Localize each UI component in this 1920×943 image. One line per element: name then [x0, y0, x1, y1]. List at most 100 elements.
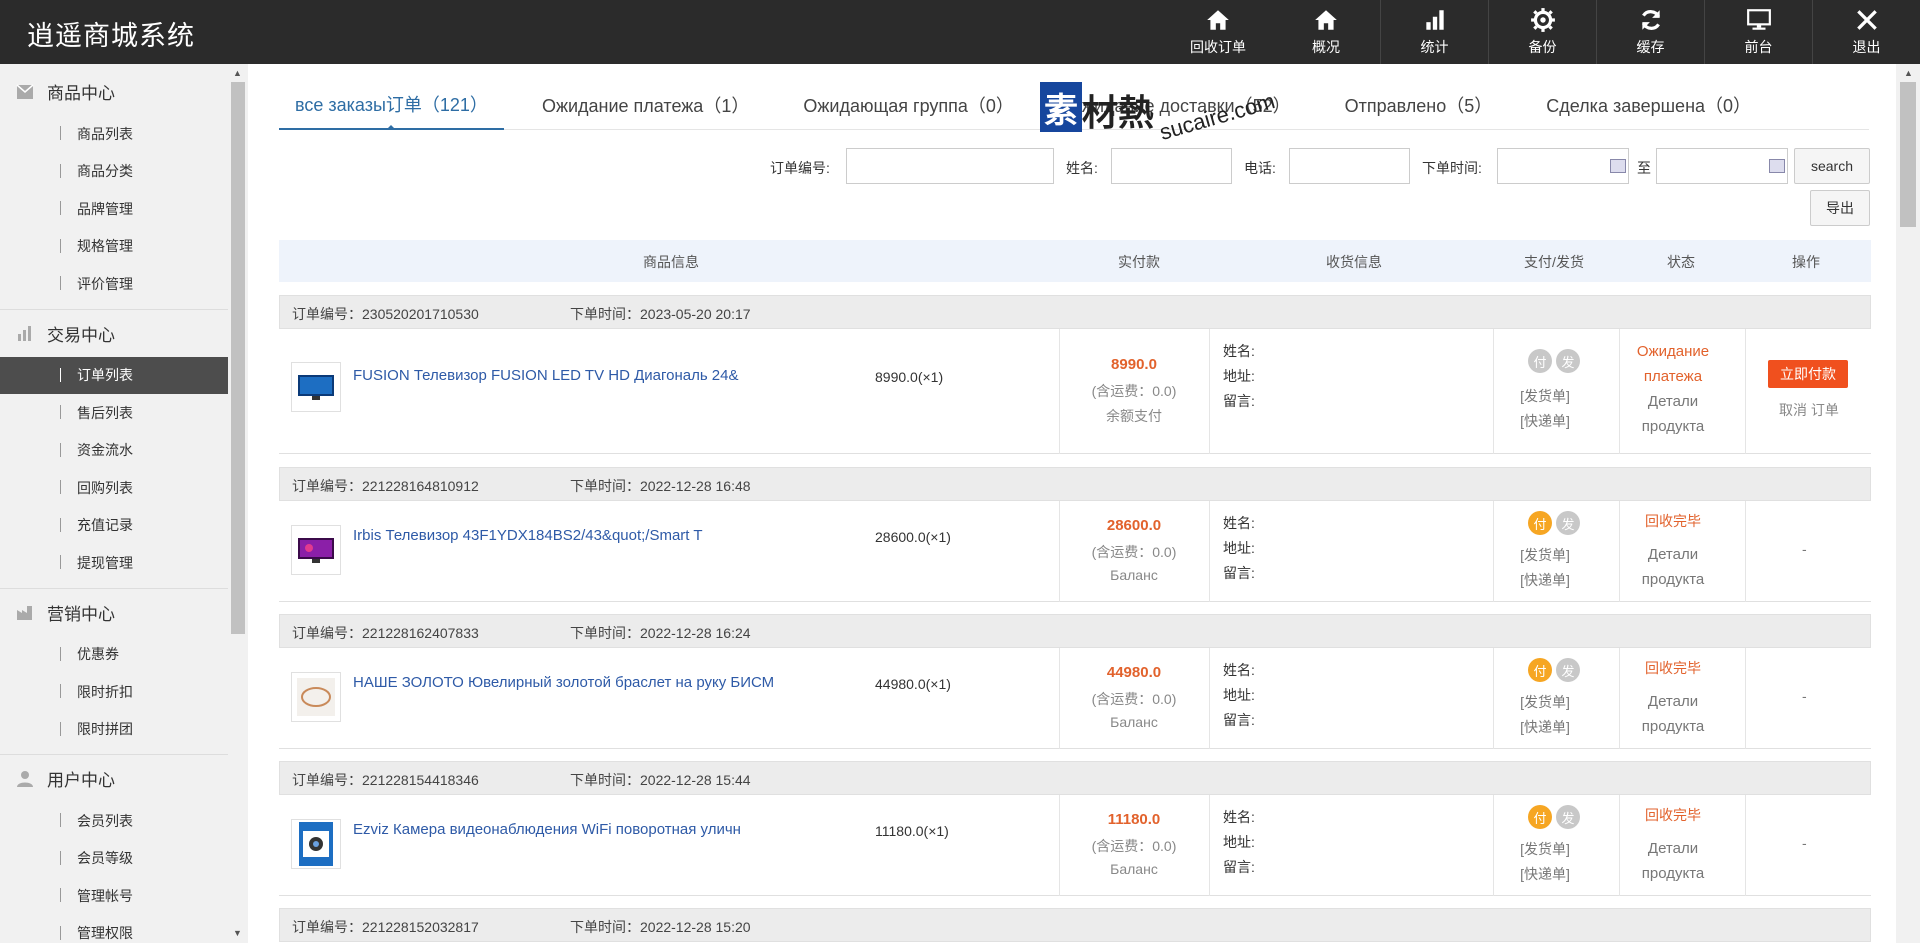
sidebar-item-flash-discount[interactable]: 限时折扣: [0, 673, 228, 711]
tab-shipped[interactable]: Отправлено（5）: [1329, 80, 1509, 130]
main-scroll-thumb[interactable]: [1900, 82, 1916, 227]
delivery-note-link[interactable]: [发货单]: [1493, 839, 1597, 859]
sidebar-group-users: 用户中心 会员列表 会员等级 管理帐号 管理权限: [0, 755, 228, 943]
topnav-frontend[interactable]: 前台: [1704, 0, 1812, 64]
order-no-input[interactable]: [846, 148, 1054, 184]
delivery-note-link[interactable]: [发货单]: [1493, 386, 1597, 406]
divider: [1209, 329, 1210, 454]
refresh-icon: [1641, 10, 1660, 30]
paid-badge: 付: [1528, 658, 1552, 682]
tab-completed[interactable]: Сделка завершена（0）: [1530, 80, 1767, 130]
app-title: 逍遥商城系统: [27, 21, 195, 51]
sidebar-group-header[interactable]: 用户中心: [0, 755, 228, 802]
sidebar-item-after-sale[interactable]: 售后列表: [0, 394, 228, 432]
search-button[interactable]: search: [1794, 148, 1870, 184]
calendar-icon[interactable]: [1610, 159, 1626, 173]
scroll-up-icon[interactable]: ▲: [1904, 68, 1913, 78]
express-note-link[interactable]: [快递单]: [1493, 411, 1597, 431]
sidebar-item-admin-permission[interactable]: 管理权限: [0, 915, 228, 943]
topnav-backup[interactable]: 备份: [1488, 0, 1596, 64]
cancel-order-link[interactable]: 取消 订单: [1759, 400, 1859, 420]
scroll-up-icon[interactable]: ▲: [233, 68, 242, 78]
sidebar: 商品中心 商品列表 商品分类 品牌管理 规格管理 评价管理 交易中心 订单列表 …: [0, 64, 228, 943]
user-icon: [17, 770, 33, 787]
sidebar-item-buyback[interactable]: 回购列表: [0, 469, 228, 507]
scroll-down-icon[interactable]: ▼: [233, 928, 242, 938]
topnav-statistics[interactable]: 统计: [1380, 0, 1488, 64]
sidebar-item-label: 订单列表: [77, 367, 133, 384]
divider: [1619, 795, 1620, 896]
sidebar-item-coupon[interactable]: 优惠券: [0, 636, 228, 674]
pay-ship-badges: 付 发: [1528, 658, 1584, 682]
sidebar-item-withdraw[interactable]: 提现管理: [0, 544, 228, 582]
sidebar-item-admin-account[interactable]: 管理帐号: [0, 877, 228, 915]
end-date-input[interactable]: [1656, 148, 1788, 184]
sidebar-item-group-buy[interactable]: 限时拼团: [0, 711, 228, 749]
product-name-link[interactable]: FUSION Телевизор FUSION LED TV HD Диагон…: [353, 367, 739, 384]
receiver-name: 姓名:: [1223, 343, 1255, 359]
tab-awaiting-group[interactable]: Ожидающая группа（0）: [787, 80, 1030, 130]
delivery-note-link[interactable]: [发货单]: [1493, 692, 1597, 712]
export-button[interactable]: 导出: [1810, 190, 1870, 226]
sidebar-item-goods-list[interactable]: 商品列表: [0, 115, 228, 153]
pay-ship-badges: 付 发: [1528, 349, 1584, 373]
name-input[interactable]: [1111, 148, 1232, 184]
sidebar-group-header[interactable]: 商品中心: [0, 68, 228, 115]
sidebar-item-brand[interactable]: 品牌管理: [0, 190, 228, 228]
product-detail-link[interactable]: Детали продукта: [1621, 689, 1725, 739]
sidebar-group-header[interactable]: 交易中心: [0, 310, 228, 357]
order-time: 下单时间：2022-12-28 15:20: [570, 919, 751, 935]
product-thumbnail[interactable]: [291, 525, 341, 575]
start-date-input[interactable]: [1497, 148, 1629, 184]
product-name-link[interactable]: Irbis Телевизор 43F1YDX184BS2/43&quot;/S…: [353, 527, 703, 544]
topnav-recycle-orders[interactable]: 回收订单: [1164, 0, 1272, 64]
sidebar-item-label: 品牌管理: [77, 200, 133, 217]
sidebar-group-header[interactable]: 营销中心: [0, 589, 228, 636]
shipping-fee: (含运费：0.0): [1091, 383, 1177, 399]
sidebar-item-review[interactable]: 评价管理: [0, 265, 228, 303]
tab-all-orders[interactable]: все заказы订单（121）: [279, 80, 504, 130]
express-note-link[interactable]: [快递单]: [1493, 570, 1597, 590]
calendar-icon[interactable]: [1769, 159, 1785, 173]
product-name-link[interactable]: НАШЕ ЗОЛОТО Ювелирный золотой браслет на…: [353, 674, 774, 691]
sidebar-item-member-level[interactable]: 会员等级: [0, 840, 228, 878]
phone-input[interactable]: [1289, 148, 1410, 184]
express-note-link[interactable]: [快递单]: [1493, 864, 1597, 884]
topnav-logout[interactable]: 退出: [1812, 0, 1920, 64]
receiver-address: 地址:: [1223, 368, 1255, 384]
topnav-cache[interactable]: 缓存: [1596, 0, 1704, 64]
home-icon: [1315, 10, 1337, 30]
order-status: 回收完毕: [1645, 660, 1701, 676]
order-number: 订单编号：230520201710530: [292, 306, 479, 322]
shipped-badge: 发: [1556, 349, 1580, 373]
sidebar-item-recharge[interactable]: 充值记录: [0, 507, 228, 545]
delivery-note-link[interactable]: [发货单]: [1493, 545, 1597, 565]
detail-line: продукта: [1641, 865, 1705, 882]
sidebar-group-title: 交易中心: [47, 325, 115, 345]
sidebar-group-title: 用户中心: [47, 771, 115, 790]
topnav-label: 统计: [1420, 39, 1449, 55]
sidebar-item-spec[interactable]: 规格管理: [0, 228, 228, 266]
product-thumbnail[interactable]: [291, 672, 341, 722]
order-header: 订单编号：221228152032817 下单时间：2022-12-28 15:…: [279, 908, 1871, 942]
sidebar-group-trade: 交易中心 订单列表 售后列表 资金流水 回购列表 充值记录 提现管理: [0, 310, 228, 589]
col-status: 状态: [1667, 254, 1695, 270]
divider: [1745, 648, 1746, 749]
sidebar-item-order-list[interactable]: 订单列表: [0, 356, 228, 394]
close-icon: [1856, 10, 1877, 30]
product-thumbnail[interactable]: [291, 819, 341, 869]
topnav-overview[interactable]: 概况: [1272, 0, 1380, 64]
product-name-link[interactable]: Ezviz Камера видеонаблюдения WiFi поворо…: [353, 821, 741, 838]
pay-now-button[interactable]: 立即付款: [1768, 360, 1848, 388]
product-detail-link[interactable]: Детали продукта: [1621, 542, 1725, 592]
product-thumbnail[interactable]: [291, 362, 341, 412]
product-detail-link[interactable]: Детали продукта: [1621, 836, 1725, 886]
sidebar-item-label: 商品列表: [77, 125, 133, 142]
sidebar-item-fund-flow[interactable]: 资金流水: [0, 432, 228, 470]
product-detail-link[interactable]: Детали продукта: [1621, 389, 1725, 439]
watermark-text: 材熱: [1082, 92, 1155, 133]
tab-awaiting-payment[interactable]: Ожидание платежа（1）: [526, 80, 765, 130]
express-note-link[interactable]: [快递单]: [1493, 717, 1597, 737]
detail-line: Детали: [1647, 546, 1699, 563]
sidebar-item-member-list[interactable]: 会员列表: [0, 802, 228, 840]
